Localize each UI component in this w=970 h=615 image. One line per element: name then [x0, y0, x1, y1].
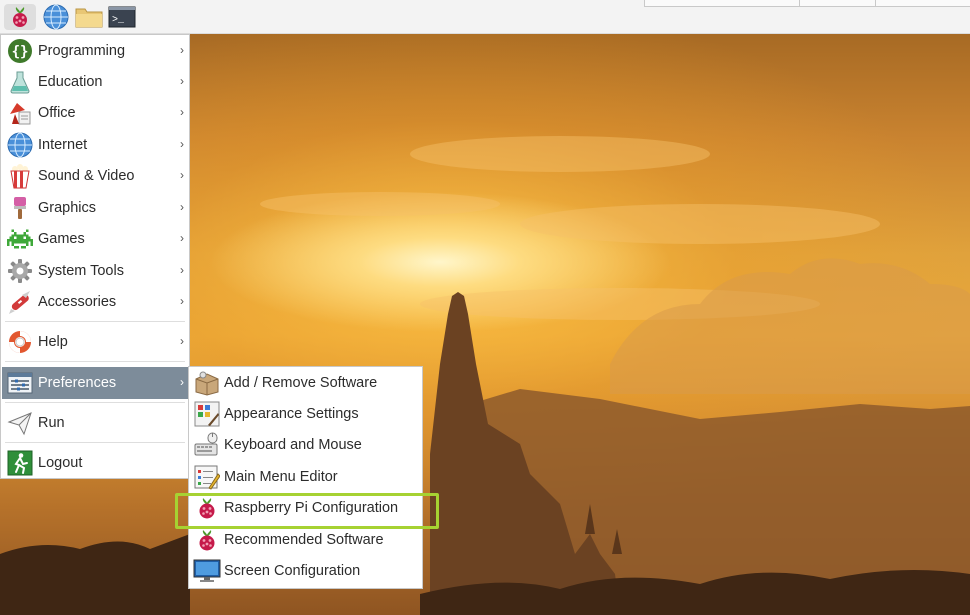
submenu-item-appearance-settings[interactable]: Appearance Settings [190, 399, 421, 429]
menu-item-label: Games [38, 231, 85, 247]
chevron-right-icon: › [180, 263, 184, 277]
paper-plane-icon [5, 408, 35, 438]
chevron-right-icon: › [180, 168, 184, 182]
submenu-item-label: Keyboard and Mouse [224, 437, 362, 453]
menu-item-label: Programming [38, 43, 126, 59]
menu-editor-icon [193, 463, 221, 491]
chevron-right-icon: › [180, 200, 184, 214]
highlight-box [175, 493, 439, 529]
chevron-right-icon: › [180, 334, 184, 348]
submenu-item-label: Add / Remove Software [224, 375, 378, 391]
menu-item-label: Office [38, 105, 76, 121]
gear-icon [5, 256, 35, 286]
submenu-item-main-menu-editor[interactable]: Main Menu Editor [190, 462, 421, 492]
svg-text:{}: {} [12, 44, 29, 60]
menu-item-label: Education [38, 74, 103, 90]
menu-item-label: Help [38, 334, 68, 350]
menu-item-education[interactable]: Education › [2, 67, 188, 97]
applications-menu: {} Programming › Education › Office › In… [0, 34, 190, 479]
menu-item-sound-video[interactable]: Sound & Video › [2, 161, 188, 191]
menu-item-label: Logout [38, 455, 83, 471]
chevron-right-icon: › [180, 294, 184, 308]
menu-separator [5, 361, 185, 362]
submenu-item-label: Screen Configuration [224, 563, 361, 579]
menu-item-label: Graphics [38, 200, 97, 216]
menu-item-label: Internet [38, 137, 88, 153]
web-browser-button[interactable] [42, 4, 70, 30]
package-icon [193, 369, 221, 397]
terminal-button[interactable]: >_ [108, 4, 136, 30]
submenu-item-screen-configuration[interactable]: Screen Configuration [190, 556, 421, 586]
svg-text:>_: >_ [112, 15, 125, 26]
programming-icon: {} [5, 36, 35, 66]
menu-item-office[interactable]: Office › [2, 98, 188, 128]
submenu-item-add-remove-software[interactable]: Add / Remove Software [190, 368, 421, 398]
menu-item-internet[interactable]: Internet › [2, 130, 188, 160]
menu-item-graphics[interactable]: Graphics › [2, 193, 188, 223]
menu-item-accessories[interactable]: Accessories › [2, 287, 188, 317]
chevron-right-icon: › [180, 74, 184, 88]
menu-item-label: Accessories [38, 294, 117, 310]
menu-item-preferences[interactable]: Preferences › [2, 367, 188, 399]
globe-icon [5, 130, 35, 160]
menu-item-label: Sound & Video [38, 168, 135, 184]
menu-item-logout[interactable]: Logout [2, 448, 188, 478]
menu-item-programming[interactable]: {} Programming › [2, 36, 188, 66]
exit-icon [5, 448, 35, 478]
menu-item-label: Preferences [38, 375, 117, 391]
submenu-item-keyboard-mouse[interactable]: Keyboard and Mouse [190, 430, 421, 460]
raspberry-icon [13, 7, 27, 27]
submenu-item-label: Recommended Software [224, 532, 384, 548]
folder-icon [75, 8, 103, 28]
globe-icon [43, 4, 69, 30]
lifebuoy-icon [5, 327, 35, 357]
terminal-icon: >_ [108, 6, 136, 28]
menu-separator [5, 321, 185, 322]
flask-icon [5, 67, 35, 97]
applications-menu-button[interactable] [4, 4, 36, 30]
preferences-submenu: Add / Remove Software Appearance Setting… [188, 366, 423, 589]
submenu-item-label: Main Menu Editor [224, 469, 338, 485]
chevron-right-icon: › [180, 231, 184, 245]
menu-item-label: Run [38, 415, 65, 431]
chevron-right-icon: › [180, 137, 184, 151]
swiss-knife-icon [5, 287, 35, 317]
preferences-icon [5, 368, 35, 398]
menu-item-run[interactable]: Run [2, 408, 188, 438]
chevron-right-icon: › [180, 43, 184, 57]
submenu-item-label: Appearance Settings [224, 406, 359, 422]
file-manager-button[interactable] [75, 4, 103, 30]
submenu-item-recommended-software[interactable]: Recommended Software [190, 525, 421, 555]
office-icon [5, 98, 35, 128]
monitor-icon [193, 557, 221, 585]
raspberry-icon [193, 526, 221, 554]
top-panel: >_ [0, 0, 970, 34]
appearance-icon [193, 400, 221, 428]
paintbrush-icon [5, 193, 35, 223]
system-tray [644, 0, 970, 7]
menu-item-help[interactable]: Help › [2, 327, 188, 357]
menu-item-system-tools[interactable]: System Tools › [2, 256, 188, 286]
menu-item-games[interactable]: Games › [2, 224, 188, 254]
space-invader-icon [5, 224, 35, 254]
keyboard-mouse-icon [193, 431, 221, 459]
popcorn-icon [5, 161, 35, 191]
chevron-right-icon: › [180, 375, 184, 389]
menu-separator [5, 442, 185, 443]
menu-separator [5, 402, 185, 403]
chevron-right-icon: › [180, 105, 184, 119]
menu-item-label: System Tools [38, 263, 124, 279]
